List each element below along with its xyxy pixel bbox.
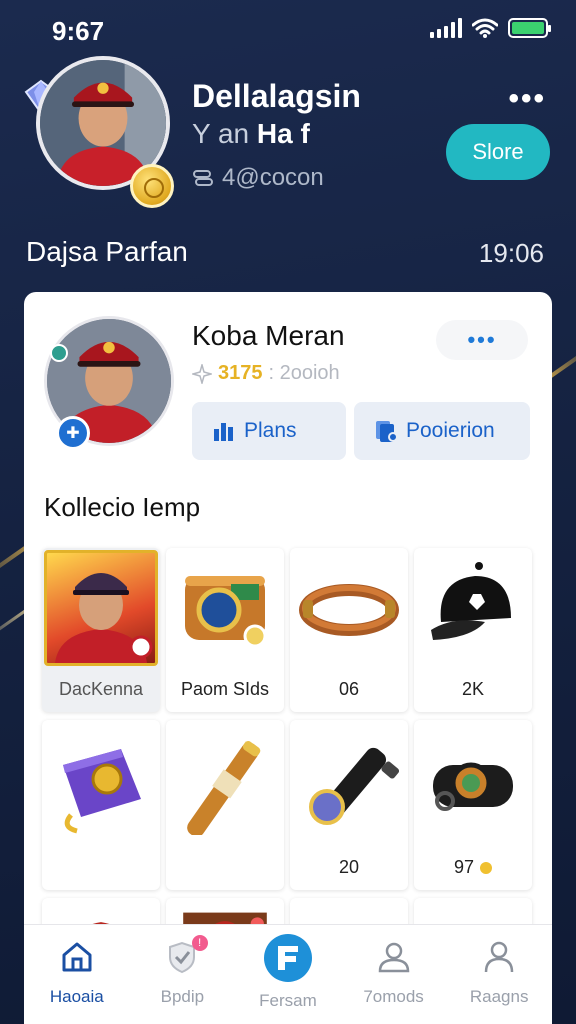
- nav-label: Raagns: [469, 987, 529, 1006]
- section-title: Dajsa Parfan: [26, 236, 188, 267]
- purple-arm-guard-icon: [63, 749, 141, 834]
- notification-badge: !: [191, 935, 208, 951]
- status-icons: [430, 18, 551, 38]
- nav-item-badges[interactable]: ! Bpdip: [130, 925, 236, 1024]
- plans-button[interactable]: Plans: [192, 402, 346, 460]
- collection-item[interactable]: [166, 720, 284, 890]
- battery-icon: [508, 18, 551, 38]
- wrist-band-icon: [185, 576, 267, 648]
- flashlight-icon: [309, 747, 399, 825]
- item-label: Paom SIds: [180, 679, 270, 699]
- baseball-cap-icon: [431, 562, 511, 640]
- nav-label: Haoaia: [49, 987, 104, 1006]
- section-count: 19:06: [478, 238, 544, 268]
- item-label: 06: [338, 679, 360, 699]
- collection-item[interactable]: 06: [290, 548, 408, 712]
- item-label: 20: [338, 857, 360, 877]
- coin-icon: [480, 862, 493, 875]
- position-button[interactable]: Pooierion: [354, 402, 530, 460]
- status-bar: 9:67: [0, 0, 576, 60]
- item-label: 2K: [461, 679, 485, 699]
- nav-label: Fersam: [259, 991, 317, 1010]
- card-meta-rest: : 2ooioh: [268, 362, 340, 384]
- nav-label: 7omods: [363, 987, 424, 1006]
- profile-icon: [484, 941, 514, 973]
- bottom-nav: Haoaia ! Bpdip Fersam 7omods Raagns: [24, 924, 552, 1024]
- nav-label: Bpdip: [160, 987, 205, 1006]
- leather-ring-icon: [299, 584, 399, 636]
- header-meta-text: 4@cocon: [222, 164, 324, 191]
- nav-item-profile[interactable]: Raagns: [446, 925, 552, 1024]
- user-outline-icon: [378, 942, 409, 973]
- header-meta: 4@cocon: [192, 164, 324, 192]
- collection-item[interactable]: DacKenna: [42, 548, 160, 712]
- watch-clasp-icon: [433, 762, 513, 811]
- player-card-icon: [44, 550, 158, 666]
- coins-icon: [193, 170, 213, 186]
- coin-badge-icon: [130, 164, 174, 208]
- online-badge-icon: [50, 344, 68, 362]
- position-label: Pooierion: [406, 419, 495, 442]
- item-label: 97: [414, 857, 532, 878]
- status-time: 9:67: [52, 16, 105, 46]
- plans-label: Plans: [244, 419, 297, 442]
- collection-item[interactable]: 97: [414, 720, 532, 890]
- nav-item-friends[interactable]: 7omods: [341, 925, 447, 1024]
- item-label: DacKenna: [58, 679, 144, 699]
- collection-title: Kollecio Iemp: [44, 492, 201, 522]
- document-stack-icon: [376, 421, 398, 442]
- sparkle-icon: [192, 363, 212, 384]
- team-badge-icon: ✚: [56, 416, 90, 450]
- header-username: Dellalagsin: [192, 78, 361, 114]
- collection-item[interactable]: Paom SIds: [166, 548, 284, 712]
- more-options-icon[interactable]: •••: [508, 82, 546, 116]
- header-subtitle-bold: Ha f: [256, 118, 310, 149]
- profile-card: ✚ Koba Meran 3175 : 2ooioh ••• Plans Poo…: [24, 292, 552, 1024]
- f-circle-icon: [263, 934, 312, 982]
- nav-item-home[interactable]: Haoaia: [24, 925, 130, 1024]
- card-player-meta: 3175 : 2ooioh: [192, 362, 340, 385]
- wifi-icon: [472, 18, 498, 38]
- card-more-button[interactable]: •••: [436, 320, 528, 360]
- header-subtitle: Y an Ha f: [192, 118, 310, 150]
- bar-chart-icon: [214, 423, 233, 441]
- store-button[interactable]: Slore: [446, 124, 550, 180]
- signal-icon: [430, 18, 462, 38]
- card-player-name: Koba Meran: [192, 320, 345, 351]
- home-icon: [62, 942, 92, 972]
- collection-item[interactable]: [42, 720, 160, 890]
- collection-item[interactable]: 2K: [414, 548, 532, 712]
- baton-icon: [187, 741, 261, 835]
- nav-item-center[interactable]: Fersam: [235, 925, 341, 1024]
- header-subtitle-prefix: Y an: [192, 118, 250, 149]
- card-meta-points: 3175: [218, 362, 263, 384]
- collection-item[interactable]: 20: [290, 720, 408, 890]
